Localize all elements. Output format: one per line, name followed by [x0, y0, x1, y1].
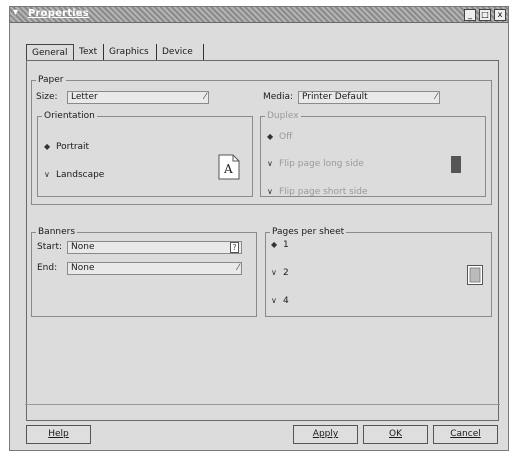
title-bar[interactable]: ▾ Properties _ □ x: [10, 7, 508, 23]
duplex-group: Duplex: [260, 111, 486, 197]
radio-selected-icon: ◆: [267, 132, 274, 141]
radio-unselected-icon: ∨: [44, 170, 50, 179]
duplex-legend: Duplex: [267, 111, 299, 121]
duplex-off-label: Off: [279, 132, 293, 142]
close-button[interactable]: x: [494, 9, 506, 21]
ok-button[interactable]: OK: [363, 425, 428, 444]
tab-general[interactable]: General: [26, 44, 74, 60]
end-banner-value: None: [71, 263, 95, 273]
size-label: Size:: [36, 92, 58, 102]
pages-4-label: 4: [283, 296, 289, 306]
flip-long-side-radio[interactable]: ∨ Flip page long side: [267, 158, 364, 170]
flip-short-side-radio[interactable]: ∨ Flip page short side: [267, 186, 368, 198]
portrait-label: Portrait: [56, 142, 90, 152]
window-title: Properties: [28, 8, 89, 19]
help-button[interactable]: Help: [26, 425, 91, 444]
size-dropdown-value: Letter: [71, 92, 98, 102]
maximize-button[interactable]: □: [479, 9, 491, 21]
media-label: Media:: [263, 92, 294, 102]
flip-long-side-label: Flip page long side: [279, 159, 364, 169]
dropdown-arrow-icon: ?: [230, 242, 239, 253]
window-menu-icon[interactable]: ▾: [13, 7, 18, 18]
start-banner-value: None: [71, 242, 95, 252]
page-layout-preview-icon: [467, 265, 483, 285]
apply-button[interactable]: Apply: [293, 425, 358, 444]
end-label: End:: [37, 263, 58, 273]
banners-legend: Banners: [38, 227, 76, 237]
end-banner-dropdown[interactable]: None ⁄: [67, 262, 242, 275]
tab-text[interactable]: Text: [74, 44, 104, 60]
start-banner-dropdown[interactable]: None ?: [67, 241, 242, 254]
orientation-legend: Orientation: [44, 111, 95, 121]
paper-legend: Paper: [38, 75, 64, 85]
radio-unselected-icon: ∨: [271, 296, 277, 305]
pages-4-radio[interactable]: ∨ 4: [271, 295, 289, 307]
duplex-preview-icon: [451, 156, 461, 173]
media-dropdown-value: Printer Default: [302, 92, 368, 102]
dropdown-arrow-icon: ⁄: [237, 263, 239, 273]
minimize-button[interactable]: _: [464, 9, 476, 21]
landscape-radio[interactable]: ∨ Landscape: [44, 169, 104, 181]
pages-per-sheet-legend: Pages per sheet: [272, 227, 345, 237]
radio-unselected-icon: ∨: [267, 187, 273, 196]
duplex-off-radio[interactable]: ◆ Off: [267, 131, 292, 143]
radio-selected-icon: ◆: [44, 142, 51, 151]
flip-short-side-label: Flip page short side: [279, 187, 368, 197]
pages-1-radio[interactable]: ◆ 1: [271, 239, 289, 251]
pages-2-radio[interactable]: ∨ 2: [271, 267, 289, 279]
cancel-button[interactable]: Cancel: [433, 425, 498, 444]
dropdown-arrow-icon: ⁄: [435, 92, 437, 102]
preview-glyph: A: [223, 162, 233, 176]
pages-1-label: 1: [283, 240, 289, 250]
radio-selected-icon: ◆: [271, 240, 278, 249]
portrait-preview-icon: A: [218, 154, 240, 180]
size-dropdown[interactable]: Letter ⁄: [67, 91, 209, 104]
general-tab-panel: Paper Size: Letter ⁄ Media: Printer Defa…: [26, 60, 499, 421]
media-dropdown[interactable]: Printer Default ⁄: [298, 91, 440, 104]
portrait-radio[interactable]: ◆ Portrait: [44, 141, 89, 153]
start-label: Start:: [37, 242, 63, 252]
tab-device[interactable]: Device: [157, 44, 204, 60]
dropdown-arrow-icon: ⁄: [204, 92, 206, 102]
pages-2-label: 2: [283, 268, 289, 278]
properties-dialog: ▾ Properties _ □ x General Text Graphics…: [9, 6, 509, 451]
tab-graphics[interactable]: Graphics: [104, 44, 157, 60]
radio-unselected-icon: ∨: [271, 268, 277, 277]
radio-unselected-icon: ∨: [267, 159, 273, 168]
button-separator: [25, 404, 500, 405]
landscape-label: Landscape: [56, 170, 105, 180]
pages-per-sheet-group: Pages per sheet: [265, 227, 492, 317]
